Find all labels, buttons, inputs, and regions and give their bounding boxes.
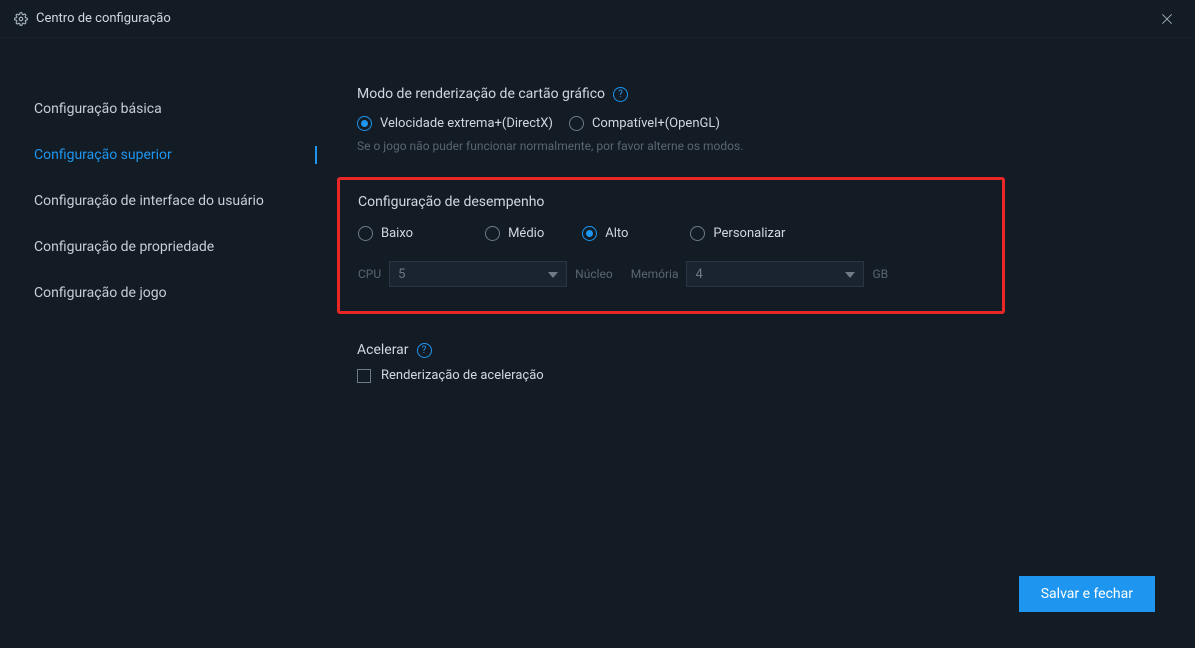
help-icon[interactable]: ? [613, 87, 628, 102]
close-button[interactable] [1153, 5, 1181, 33]
radio-label: Compatível+(OpenGL) [592, 116, 720, 131]
cpu-label: CPU [358, 267, 381, 281]
memory-unit: GB [872, 267, 888, 281]
close-icon [1160, 12, 1174, 26]
save-close-button[interactable]: Salvar e fechar [1019, 576, 1155, 612]
radio-directx[interactable]: Velocidade extrema+(DirectX) [357, 116, 553, 131]
accelerate-title: Acelerar [357, 342, 409, 358]
sidebar: Configuração básica Configuração superio… [0, 38, 325, 648]
window-title: Centro de configuração [36, 11, 171, 26]
memory-label: Memória [631, 267, 679, 281]
sidebar-item-superior[interactable]: Configuração superior [0, 132, 325, 178]
gear-icon [14, 12, 28, 26]
sidebar-item-interface[interactable]: Configuração de interface do usuário [0, 178, 325, 224]
cpu-dropdown[interactable]: 5 [389, 261, 567, 287]
sidebar-item-property[interactable]: Configuração de propriedade [0, 224, 325, 270]
memory-dropdown[interactable]: 4 [686, 261, 864, 287]
render-mode-title: Modo de renderização de cartão gráfico [357, 86, 605, 102]
radio-icon [690, 226, 705, 241]
titlebar: Centro de configuração [0, 0, 1195, 38]
sidebar-item-basic[interactable]: Configuração básica [0, 86, 325, 132]
radio-icon [357, 116, 372, 131]
body-area: Configuração básica Configuração superio… [0, 38, 1195, 648]
accelerate-title-row: Acelerar ? [357, 342, 1165, 358]
resources-row: CPU 5 Núcleo Memória 4 GB [358, 261, 984, 287]
radio-low[interactable]: Baixo [358, 226, 413, 241]
radio-label: Velocidade extrema+(DirectX) [380, 116, 553, 131]
chevron-down-icon [548, 267, 558, 282]
performance-title: Configuração de desempenho [358, 194, 984, 210]
radio-label: Personalizar [713, 226, 785, 241]
sidebar-item-label: Configuração básica [34, 101, 162, 117]
sidebar-item-label: Configuração superior [34, 147, 172, 163]
radio-icon [485, 226, 500, 241]
cpu-value: 5 [398, 267, 405, 282]
radio-custom[interactable]: Personalizar [690, 226, 785, 241]
accelerate-checkbox[interactable]: Renderização de aceleração [357, 368, 1165, 383]
titlebar-left: Centro de configuração [14, 11, 171, 26]
checkbox-label: Renderização de aceleração [381, 368, 544, 383]
radio-icon [358, 226, 373, 241]
radio-medium[interactable]: Médio [485, 226, 544, 241]
checkbox-icon [357, 369, 371, 383]
radio-icon [569, 116, 584, 131]
sidebar-item-label: Configuração de propriedade [34, 239, 214, 255]
content: Modo de renderização de cartão gráfico ?… [325, 38, 1195, 648]
radio-label: Alto [605, 226, 628, 241]
help-icon[interactable]: ? [417, 343, 432, 358]
performance-box: Configuração de desempenho Baixo Médio A… [337, 177, 1005, 314]
radio-opengl[interactable]: Compatível+(OpenGL) [569, 116, 720, 131]
render-mode-options: Velocidade extrema+(DirectX) Compatível+… [357, 116, 1165, 131]
chevron-down-icon [845, 267, 855, 282]
render-mode-title-row: Modo de renderização de cartão gráfico ? [357, 86, 1165, 102]
memory-value: 4 [695, 267, 702, 282]
radio-label: Baixo [381, 226, 413, 241]
sidebar-item-label: Configuração de jogo [34, 285, 167, 301]
cpu-unit: Núcleo [575, 267, 613, 281]
sidebar-item-label: Configuração de interface do usuário [34, 193, 264, 209]
performance-options: Baixo Médio Alto Personalizar [358, 226, 984, 241]
render-mode-hint: Se o jogo não puder funcionar normalment… [357, 139, 1165, 153]
radio-icon [582, 226, 597, 241]
sidebar-item-game[interactable]: Configuração de jogo [0, 270, 325, 316]
radio-high[interactable]: Alto [582, 226, 628, 241]
radio-label: Médio [508, 226, 544, 241]
